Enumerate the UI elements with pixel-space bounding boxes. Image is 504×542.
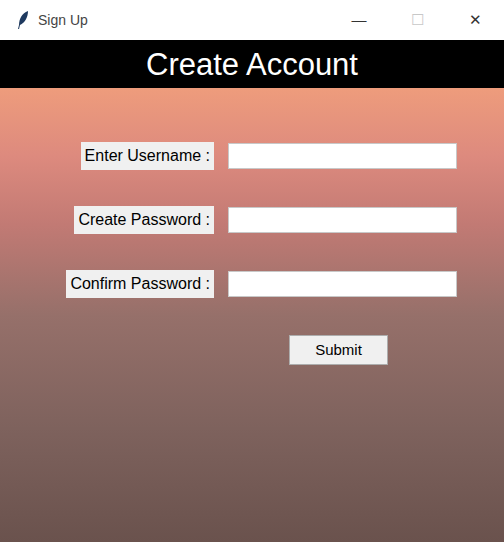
header-bar: Create Account [0,40,504,88]
form-row: Create Password : [0,206,504,234]
feather-icon [16,10,30,30]
submit-button[interactable]: Submit [289,335,388,365]
form-row: Enter Username : [0,142,504,170]
sign-up-window: Sign Up —☐✕ Create Account Enter Username :… [0,0,504,542]
form-row: Confirm Password : [0,270,504,298]
field-label: Confirm Password : [66,270,214,298]
field-label: Create Password : [74,206,214,234]
text-field[interactable] [228,143,457,169]
header-title: Create Account [146,49,358,80]
text-field[interactable] [228,207,457,233]
field-label: Enter Username : [81,142,214,170]
window-control-button[interactable]: ✕ [446,0,504,40]
background-photo: Enter Username : Create Password : Confirm… [0,88,504,542]
window-control-button: ☐ [388,0,446,40]
title-bar: Sign Up —☐✕ [0,0,504,40]
text-field[interactable] [228,271,457,297]
window-control-button[interactable]: — [330,0,388,40]
window-title: Sign Up [38,10,88,31]
